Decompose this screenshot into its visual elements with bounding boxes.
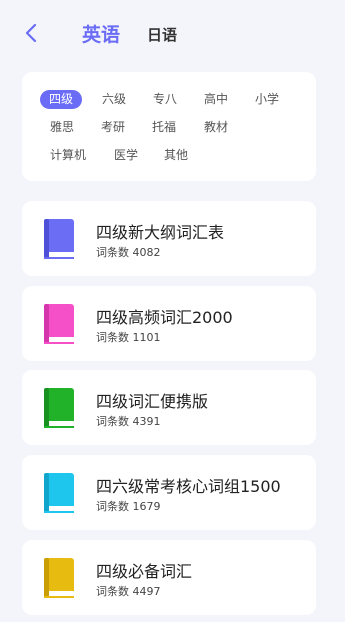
book-icon — [44, 219, 74, 259]
book-word-count: 词条数 4391 — [96, 415, 161, 428]
book-title: 四级新大纲词汇表 — [96, 223, 225, 242]
category-chip-primary[interactable]: 小学 — [255, 90, 279, 109]
category-chip-postgrad[interactable]: 考研 — [101, 118, 125, 137]
book-title: 四级词汇便携版 — [96, 392, 209, 411]
book-word-count: 词条数 4082 — [96, 246, 161, 259]
book-icon — [44, 304, 74, 344]
category-chip-computer[interactable]: 计算机 — [50, 146, 86, 165]
book-icon — [44, 558, 74, 598]
book-word-count: 词条数 1679 — [96, 500, 161, 513]
book-card[interactable]: 四级必备词汇 词条数 4497 — [22, 540, 316, 615]
tab-english[interactable]: 英语 — [82, 20, 120, 47]
category-chip-ielts[interactable]: 雅思 — [50, 118, 74, 137]
book-word-count: 词条数 4497 — [96, 585, 161, 598]
category-chip-tem8[interactable]: 专八 — [153, 90, 177, 109]
category-chip-other[interactable]: 其他 — [164, 146, 188, 165]
category-chip-highschool[interactable]: 高中 — [204, 90, 228, 109]
book-icon — [44, 473, 74, 513]
book-title: 四级必备词汇 — [96, 562, 193, 581]
book-card[interactable]: 四级高频词汇2000 词条数 1101 — [22, 286, 316, 361]
tab-japanese[interactable]: 日语 — [147, 24, 177, 45]
category-chip-cet6[interactable]: 六级 — [102, 90, 126, 109]
category-chip-textbook[interactable]: 教材 — [204, 118, 228, 137]
book-title: 四级高频词汇2000 — [96, 308, 233, 327]
header: 英语 日语 — [0, 0, 345, 62]
category-chip-toefl[interactable]: 托福 — [152, 118, 176, 137]
book-card[interactable]: 四级新大纲词汇表 词条数 4082 — [22, 201, 316, 276]
category-chip-medicine[interactable]: 医学 — [114, 146, 138, 165]
category-filter-card: 四级 六级 专八 高中 小学 雅思 考研 托福 教材 计算机 医学 其他 — [22, 72, 316, 181]
book-icon — [44, 388, 74, 428]
book-word-count: 词条数 1101 — [96, 331, 161, 344]
book-card[interactable]: 四级词汇便携版 词条数 4391 — [22, 370, 316, 445]
category-chip-cet4[interactable]: 四级 — [40, 90, 83, 109]
chevron-left-icon[interactable] — [22, 22, 42, 44]
book-title: 四六级常考核心词组1500 — [96, 477, 281, 496]
book-card[interactable]: 四六级常考核心词组1500 词条数 1679 — [22, 455, 316, 530]
